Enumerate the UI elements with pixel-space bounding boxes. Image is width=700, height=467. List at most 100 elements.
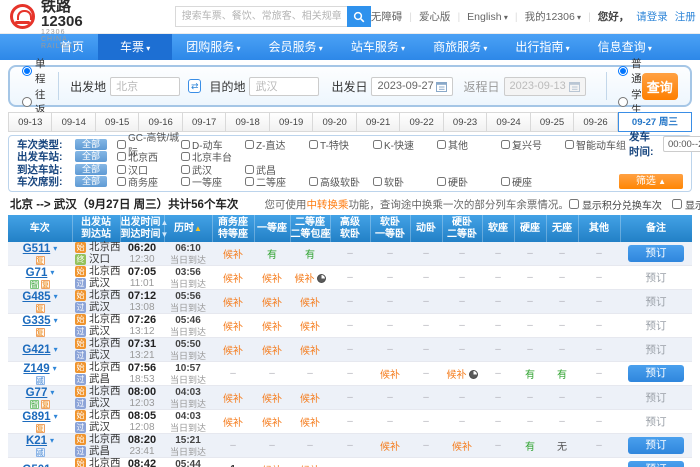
train-number-link[interactable]: G891 bbox=[22, 411, 50, 423]
train-expand-icon[interactable]: ▾ bbox=[54, 292, 58, 301]
filter-checkbox[interactable] bbox=[501, 177, 510, 186]
summary-checkbox[interactable] bbox=[569, 199, 579, 209]
top-link-4[interactable]: 我的12306 ▾ bbox=[525, 9, 581, 24]
filter-option[interactable]: 其他 bbox=[437, 137, 501, 152]
summary-checkbox-option[interactable]: 显示积分兑换车次 bbox=[569, 197, 662, 212]
train-expand-icon[interactable]: ▾ bbox=[50, 388, 54, 397]
trip-type-option[interactable]: 单程 bbox=[22, 56, 46, 86]
filter-checkbox[interactable] bbox=[437, 177, 446, 186]
filter-option[interactable]: K-快速 bbox=[373, 137, 437, 152]
nav-item-7[interactable]: 出行指南 ▾ bbox=[501, 34, 583, 60]
top-link-1[interactable]: 无障碍 bbox=[371, 9, 403, 24]
date-tab-09-22[interactable]: 09-22 bbox=[400, 112, 443, 132]
filter-option[interactable]: 复兴号 bbox=[501, 137, 565, 152]
filter-checkbox[interactable] bbox=[117, 140, 126, 149]
filter-all-button[interactable]: 全部 bbox=[75, 139, 107, 150]
filter-checkbox[interactable] bbox=[245, 140, 254, 149]
filter-checkbox[interactable] bbox=[373, 140, 382, 149]
date-tab-09-23[interactable]: 09-23 bbox=[444, 112, 487, 132]
filter-checkbox[interactable] bbox=[309, 140, 318, 149]
filter-checkbox[interactable] bbox=[245, 177, 254, 186]
filter-checkbox[interactable] bbox=[373, 177, 382, 186]
transfer-link[interactable]: 中转换乘 bbox=[306, 199, 348, 211]
summary-checkbox[interactable] bbox=[672, 199, 682, 209]
top-link-3[interactable]: English ▾ bbox=[467, 11, 508, 23]
date-tab-09-19[interactable]: 09-19 bbox=[270, 112, 313, 132]
filter-checkbox[interactable] bbox=[181, 152, 190, 161]
nav-item-6[interactable]: 商旅服务 ▾ bbox=[419, 34, 501, 60]
depart-date-input[interactable]: 2023-09-27 bbox=[371, 77, 453, 96]
filter-option[interactable]: 高级软卧 bbox=[309, 174, 373, 189]
date-tab-09-24[interactable]: 09-24 bbox=[487, 112, 530, 132]
col-header-历时[interactable]: 历时▲ bbox=[164, 215, 212, 242]
passenger-type-radio[interactable] bbox=[618, 66, 628, 76]
date-tab-09-25[interactable]: 09-25 bbox=[531, 112, 574, 132]
search-button[interactable] bbox=[347, 6, 371, 27]
date-tab-09-21[interactable]: 09-21 bbox=[357, 112, 400, 132]
book-button[interactable]: 预订 bbox=[628, 245, 684, 262]
filter-option[interactable]: T-特快 bbox=[309, 137, 373, 152]
swap-stations-icon[interactable]: ⇄ bbox=[188, 79, 201, 93]
filter-checkbox[interactable] bbox=[117, 177, 126, 186]
to-station-input[interactable] bbox=[249, 77, 319, 96]
nav-item-3[interactable]: 团购服务 ▾ bbox=[172, 34, 254, 60]
filter-checkbox[interactable] bbox=[309, 177, 318, 186]
train-number-link[interactable]: K21 bbox=[26, 435, 47, 447]
filter-checkbox[interactable] bbox=[437, 140, 446, 149]
date-tab-09-14[interactable]: 09-14 bbox=[52, 112, 95, 132]
passenger-type-option[interactable]: 普通 bbox=[618, 56, 642, 86]
filter-all-button[interactable]: 全部 bbox=[75, 176, 107, 187]
filter-submit-button[interactable]: 筛选 ▲ bbox=[619, 174, 683, 189]
filter-checkbox[interactable] bbox=[181, 177, 190, 186]
summary-checkbox-option[interactable]: 显示全部可预订车次 bbox=[672, 197, 700, 212]
filter-option[interactable]: 智能动车组 bbox=[565, 137, 629, 152]
filter-all-button[interactable]: 全部 bbox=[75, 164, 107, 175]
register-link[interactable]: 注册 bbox=[675, 9, 696, 24]
date-tab-09-20[interactable]: 09-20 bbox=[313, 112, 356, 132]
nav-item-2[interactable]: 车票 ▾ bbox=[98, 34, 172, 60]
train-expand-icon[interactable]: ▾ bbox=[53, 244, 57, 253]
search-input[interactable] bbox=[175, 6, 347, 27]
passenger-type-radio[interactable] bbox=[618, 97, 628, 107]
filter-option[interactable]: 一等座 bbox=[181, 174, 245, 189]
filter-checkbox[interactable] bbox=[181, 140, 190, 149]
filter-all-button[interactable]: 全部 bbox=[75, 151, 107, 162]
trip-type-radio[interactable] bbox=[22, 66, 32, 76]
filter-option[interactable]: Z-直达 bbox=[245, 137, 309, 152]
train-expand-icon[interactable]: ▾ bbox=[50, 268, 54, 277]
train-expand-icon[interactable]: ▾ bbox=[53, 364, 57, 373]
depart-time-select[interactable]: 00:00--24:00 bbox=[663, 136, 700, 152]
nav-item-1[interactable]: 首页 bbox=[46, 34, 98, 60]
date-tab-09-26[interactable]: 09-26 bbox=[574, 112, 617, 132]
book-button[interactable]: 预订 bbox=[628, 437, 684, 454]
nav-item-4[interactable]: 会员服务 ▾ bbox=[255, 34, 337, 60]
train-number-link[interactable]: G421 bbox=[22, 344, 50, 356]
train-expand-icon[interactable]: ▾ bbox=[50, 436, 54, 445]
filter-checkbox[interactable] bbox=[501, 140, 510, 149]
query-button[interactable]: 查询 bbox=[642, 73, 678, 100]
filter-checkbox[interactable] bbox=[181, 165, 190, 174]
filter-checkbox[interactable] bbox=[565, 140, 574, 149]
filter-option[interactable]: 硬卧 bbox=[437, 174, 501, 189]
trip-type-radio[interactable] bbox=[22, 97, 32, 107]
train-number-link[interactable]: Z149 bbox=[23, 363, 49, 375]
train-number-link[interactable]: G71 bbox=[26, 267, 48, 279]
train-expand-icon[interactable]: ▾ bbox=[54, 412, 58, 421]
date-tab-09-18[interactable]: 09-18 bbox=[226, 112, 269, 132]
date-tab-09-13[interactable]: 09-13 bbox=[8, 112, 52, 132]
filter-checkbox[interactable] bbox=[117, 165, 126, 174]
filter-option[interactable]: 商务座 bbox=[117, 174, 181, 189]
nav-item-5[interactable]: 站车服务 ▾ bbox=[337, 34, 419, 60]
filter-checkbox[interactable] bbox=[245, 165, 254, 174]
filter-checkbox[interactable] bbox=[117, 152, 126, 161]
train-number-link[interactable]: G77 bbox=[26, 387, 48, 399]
filter-option[interactable]: 硬座 bbox=[501, 174, 565, 189]
book-button[interactable]: 预订 bbox=[628, 461, 684, 467]
book-button[interactable]: 预订 bbox=[628, 365, 684, 382]
filter-option[interactable]: 二等座 bbox=[245, 174, 309, 189]
date-tab-09-17[interactable]: 09-17 bbox=[183, 112, 226, 132]
filter-option[interactable]: 软卧 bbox=[373, 174, 437, 189]
train-number-link[interactable]: G335 bbox=[22, 315, 50, 327]
train-expand-icon[interactable]: ▾ bbox=[54, 345, 58, 354]
return-date-input[interactable]: 2023-09-13 bbox=[504, 77, 586, 96]
